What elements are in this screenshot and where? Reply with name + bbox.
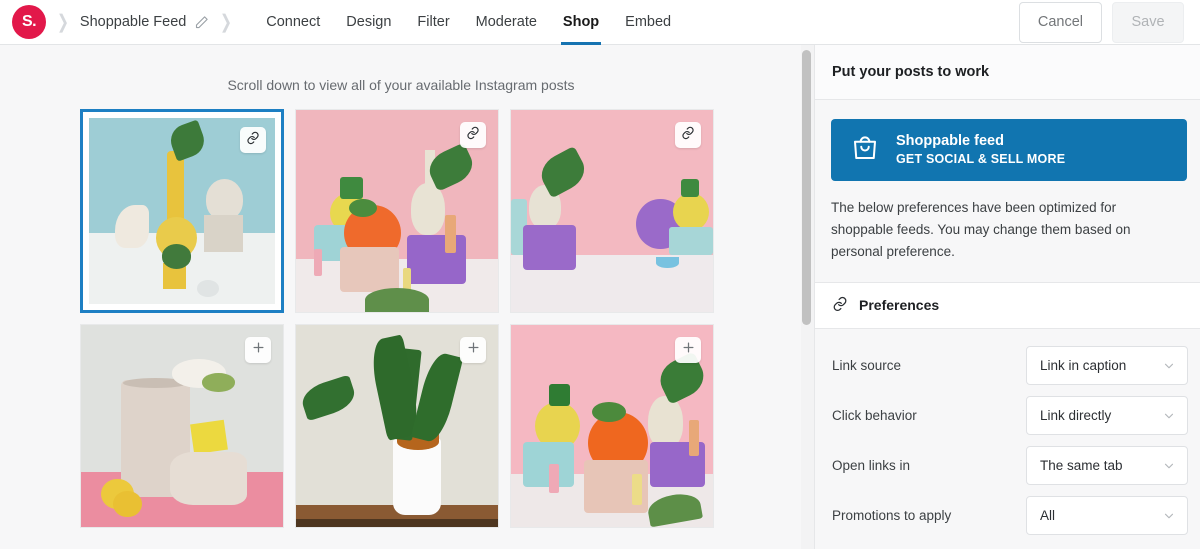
chevron-down-icon xyxy=(1162,509,1176,523)
link-source-value: Link in caption xyxy=(1040,358,1127,374)
cancel-button[interactable]: Cancel xyxy=(1018,1,1102,43)
shopping-bag-icon xyxy=(850,133,880,168)
posts-area: Scroll down to view all of your availabl… xyxy=(0,45,802,549)
brand-logo[interactable]: S. xyxy=(12,5,46,39)
tab-embed[interactable]: Embed xyxy=(612,0,684,45)
link-icon-badge[interactable] xyxy=(460,122,486,148)
plus-icon xyxy=(466,340,481,360)
scroll-hint-text: Scroll down to view all of your availabl… xyxy=(227,77,575,93)
tab-filter-label: Filter xyxy=(417,14,450,30)
preference-row-open-links-in: Open links in The same tab xyxy=(815,441,1200,491)
post-tile[interactable] xyxy=(295,109,499,313)
post-tile[interactable] xyxy=(510,324,714,528)
link-icon xyxy=(466,126,480,145)
open-links-in-select[interactable]: The same tab xyxy=(1026,446,1188,486)
click-behavior-select[interactable]: Link directly xyxy=(1026,396,1188,436)
open-links-in-value: The same tab xyxy=(1040,458,1123,474)
tab-design-label: Design xyxy=(346,14,392,30)
link-source-select[interactable]: Link in caption xyxy=(1026,346,1188,386)
posts-grid xyxy=(80,109,802,528)
open-links-in-label: Open links in xyxy=(832,458,911,474)
breadcrumb-chevron-right-icon-2: ❯ xyxy=(220,11,233,33)
tab-bar: Connect Design Filter Moderate Shop Embe… xyxy=(253,0,684,45)
save-button[interactable]: Save xyxy=(1112,1,1184,43)
main-scrollbar-thumb[interactable] xyxy=(802,50,811,325)
plus-icon-badge[interactable] xyxy=(675,337,701,363)
plus-icon xyxy=(681,340,696,360)
chevron-down-icon xyxy=(1162,409,1176,423)
click-behavior-label: Click behavior xyxy=(832,408,917,424)
tab-moderate-label: Moderate xyxy=(475,14,537,30)
cancel-button-label: Cancel xyxy=(1037,14,1083,30)
panel-header: Put your posts to work xyxy=(815,45,1200,100)
link-source-label: Link source xyxy=(832,358,902,374)
breadcrumb-chevron-right-icon: ❯ xyxy=(56,11,69,33)
link-icon-badge[interactable] xyxy=(240,127,266,153)
promotions-to-apply-label: Promotions to apply xyxy=(832,508,952,524)
breadcrumb-title: Shoppable Feed xyxy=(79,14,187,30)
preference-row-promotions-to-apply: Promotions to apply All xyxy=(815,491,1200,541)
preference-row-link-source: Link source Link in caption xyxy=(815,341,1200,391)
main-scrollbar-track[interactable] xyxy=(801,45,814,549)
promo-title: Shoppable feed xyxy=(896,132,1004,149)
panel-description: The below preferences have been optimize… xyxy=(831,200,1131,259)
tab-connect-label: Connect xyxy=(266,14,321,30)
preferences-title: Preferences xyxy=(859,297,940,314)
tab-connect[interactable]: Connect xyxy=(253,0,333,45)
link-icon xyxy=(681,126,695,145)
promotions-to-apply-value: All xyxy=(1040,508,1056,524)
panel-header-title: Put your posts to work xyxy=(832,64,990,80)
post-tile[interactable] xyxy=(510,109,714,313)
preferences-rows: Link source Link in caption Click behavi… xyxy=(815,329,1200,541)
plus-icon-badge[interactable] xyxy=(245,337,271,363)
pencil-icon[interactable] xyxy=(194,15,209,30)
tab-moderate[interactable]: Moderate xyxy=(463,0,550,45)
post-tile[interactable] xyxy=(295,324,499,528)
tab-design[interactable]: Design xyxy=(333,0,404,45)
plus-icon xyxy=(251,340,266,360)
tab-filter[interactable]: Filter xyxy=(404,0,462,45)
post-tile[interactable] xyxy=(80,324,284,528)
shoppable-feed-promo-banner[interactable]: Shoppable feed GET SOCIAL & SELL MORE xyxy=(831,119,1187,181)
preference-row-click-behavior: Click behavior Link directly xyxy=(815,391,1200,441)
promo-text: Shoppable feed GET SOCIAL & SELL MORE xyxy=(896,132,1065,168)
promo-subtitle: GET SOCIAL & SELL MORE xyxy=(896,152,1066,167)
chevron-down-icon xyxy=(1162,459,1176,473)
link-icon xyxy=(832,296,848,315)
tab-shop[interactable]: Shop xyxy=(550,0,612,45)
tab-embed-label: Embed xyxy=(625,14,672,30)
settings-panel: Put your posts to work Shoppable feed GE… xyxy=(814,45,1200,549)
tab-shop-label: Shop xyxy=(562,14,600,30)
promotions-to-apply-select[interactable]: All xyxy=(1026,496,1188,536)
chevron-down-icon xyxy=(1162,359,1176,373)
click-behavior-value: Link directly xyxy=(1040,408,1112,424)
preferences-section-header: Preferences xyxy=(815,281,1200,329)
post-tile[interactable] xyxy=(80,109,284,313)
plus-icon-badge[interactable] xyxy=(460,337,486,363)
link-icon-badge[interactable] xyxy=(675,122,701,148)
top-actions: Cancel Save xyxy=(1018,1,1184,43)
save-button-label: Save xyxy=(1131,14,1165,30)
link-icon xyxy=(246,131,260,150)
brand-logo-text: S. xyxy=(21,13,37,30)
top-navigation-bar: S. ❯ Shoppable Feed ❯ Connect Design Fil… xyxy=(0,0,1200,45)
